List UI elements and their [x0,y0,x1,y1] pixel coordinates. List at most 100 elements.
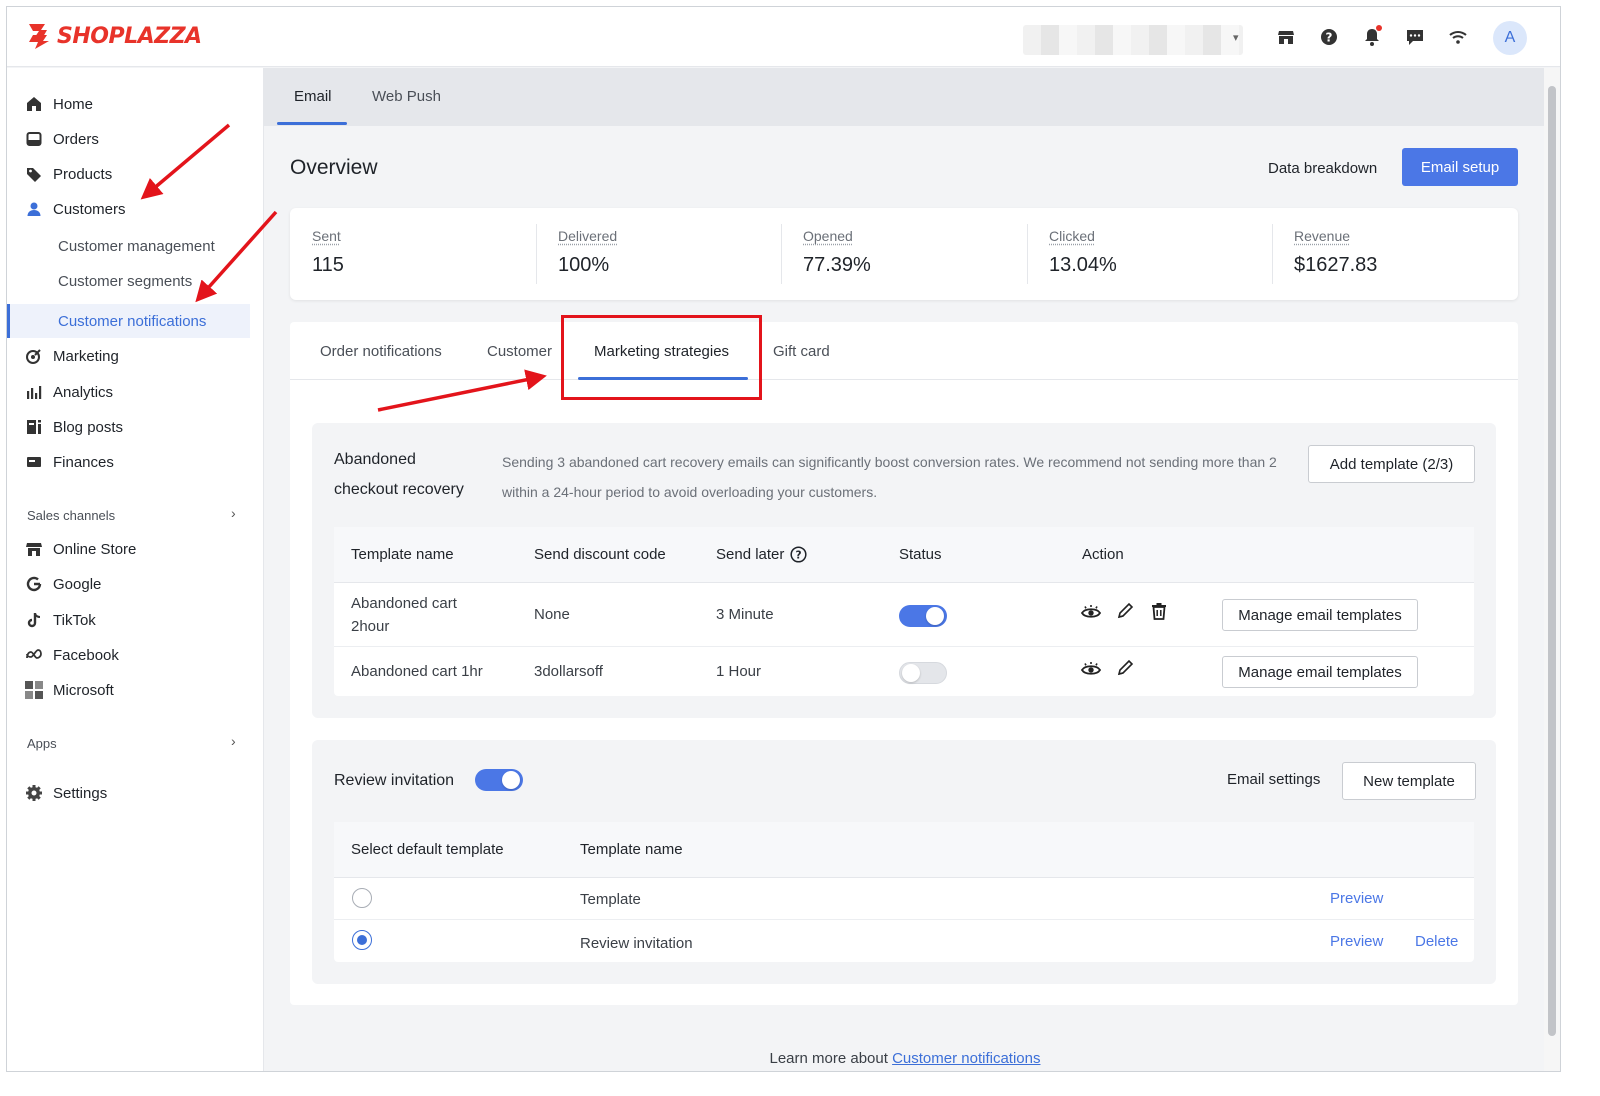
page-title: Overview [290,156,378,179]
tab-gift-card[interactable]: Gift card [773,343,830,360]
sidebar-item-tiktok[interactable]: TikTok [7,603,264,637]
chat-icon[interactable] [1403,25,1427,49]
delete-trash-icon[interactable] [1148,600,1170,622]
meta-icon [25,646,43,664]
data-breakdown-button[interactable]: Data breakdown [1268,160,1377,177]
blog-icon [25,418,43,436]
stat-value: 13.04% [1049,254,1117,276]
sidebar-item-label: Blog posts [53,418,124,436]
sidebar-item-finances[interactable]: Finances [7,445,264,479]
cell-discount-code: None [534,606,570,623]
tab-web-push[interactable]: Web Push [372,88,441,105]
stat-label: Sent [312,228,341,244]
help-icon[interactable]: ? [1317,25,1341,49]
cell-discount-code: 3dollarsoff [534,663,603,680]
sidebar-item-home[interactable]: Home [7,87,264,121]
store-selector[interactable] [1023,25,1243,55]
sidebar-item-analytics[interactable]: Analytics [7,375,264,409]
tiktok-icon [25,611,43,629]
sidebar-item-label: Finances [53,453,114,471]
tab-order-notifications[interactable]: Order notifications [320,343,442,360]
person-icon [25,200,43,218]
sidebar-item-marketing[interactable]: Marketing [7,339,264,373]
manage-email-templates-button[interactable]: Manage email templates [1222,599,1418,631]
sidebar-item-microsoft[interactable]: Microsoft [7,673,264,707]
stat-value: $1627.83 [1294,254,1378,276]
review-title: Review invitation [334,772,455,789]
sidebar-item-customer-notifications[interactable]: Customer notifications [7,304,250,338]
sidebar-item-blog-posts[interactable]: Blog posts [7,410,264,444]
add-template-button[interactable]: Add template (2/3) [1308,445,1475,483]
sidebar-item-label: Facebook [53,646,119,664]
delete-link[interactable]: Delete [1415,933,1458,950]
bar-chart-icon [25,383,43,401]
cell-template-name: Review invitation [580,935,693,952]
stat-label: Delivered [558,228,618,244]
preview-eye-icon[interactable] [1080,658,1102,680]
review-invitation-toggle[interactable] [475,769,523,791]
email-settings-link[interactable]: Email settings [1227,771,1320,788]
scrollbar-thumb[interactable] [1548,86,1556,1036]
new-template-button[interactable]: New template [1342,762,1476,800]
abandoned-title-line2: checkout recovery [334,481,464,498]
divider [781,224,782,284]
cell-send-later: 1 Hour [716,663,762,680]
th-template-name: Template name [351,546,454,563]
sidebar-item-google[interactable]: Google [7,567,264,601]
marketing-icon [25,347,43,365]
sidebar-item-customer-segments[interactable]: Customer segments [7,264,250,298]
stat-label: Opened [803,228,853,244]
table-row: Template Preview [334,878,1474,920]
sidebar-item-label: Analytics [53,383,114,401]
sidebar-item-customer-management[interactable]: Customer management [7,229,250,263]
store-icon [25,540,43,558]
default-template-radio[interactable] [352,930,372,950]
sidebar-item-products[interactable]: Products [7,157,264,191]
brand-logo[interactable]: SHOPLAZZA [25,21,202,51]
stat-label: Clicked [1049,228,1095,244]
sidebar-item-orders[interactable]: Orders [7,122,264,156]
manage-email-templates-button[interactable]: Manage email templates [1222,656,1418,688]
preview-eye-icon[interactable] [1080,601,1102,623]
table-header: Select default template Template name [334,822,1474,878]
sidebar-item-label: Online Store [53,540,137,558]
edit-pencil-icon[interactable] [1114,657,1136,679]
th-send-later-label: Send later [716,546,785,563]
bell-icon[interactable] [1360,25,1384,49]
tab-customer[interactable]: Customer [487,343,552,360]
info-circle-icon[interactable]: ? [790,546,807,563]
tag-icon [25,165,43,183]
default-template-radio[interactable] [352,888,372,908]
divider [1272,224,1273,284]
store-icon[interactable] [1274,25,1298,49]
sidebar-item-facebook[interactable]: Facebook [7,638,264,672]
avatar[interactable]: A [1493,21,1527,55]
store-caret-icon[interactable]: ▾ [1233,31,1239,44]
apps-label: Apps [27,736,57,751]
finance-icon [25,453,43,471]
tab-email[interactable]: Email [294,88,332,105]
customer-notifications-link[interactable]: Customer notifications [892,1050,1040,1067]
sidebar-item-label: Customers [53,200,126,218]
email-setup-button[interactable]: Email setup [1402,148,1518,186]
main-content: Email Web Push Overview Data breakdown E… [264,68,1560,1071]
sidebar-item-label: TikTok [53,611,96,629]
sidebar-item-online-store[interactable]: Online Store [7,532,264,566]
status-toggle[interactable] [899,605,947,627]
sidebar-item-settings[interactable]: Settings [7,776,264,810]
toggle-knob [926,607,944,625]
toggle-knob [502,771,520,789]
active-tab-indicator [277,122,347,125]
scrollbar[interactable] [1544,68,1560,1071]
sidebar-item-label: Google [53,575,102,593]
stats-card: Sent 115 Delivered 100% Opened 77.39% Cl… [290,208,1518,300]
sidebar-item-customers[interactable]: Customers [7,192,264,226]
wifi-icon[interactable] [1446,25,1470,49]
sales-channels-chevron-icon[interactable]: › [231,505,236,521]
edit-pencil-icon[interactable] [1114,600,1136,622]
apps-chevron-icon[interactable]: › [231,733,236,749]
preview-link[interactable]: Preview [1330,933,1383,950]
stat-clicked: Clicked 13.04% [1049,228,1279,277]
status-toggle[interactable] [899,662,947,684]
preview-link[interactable]: Preview [1330,890,1383,907]
